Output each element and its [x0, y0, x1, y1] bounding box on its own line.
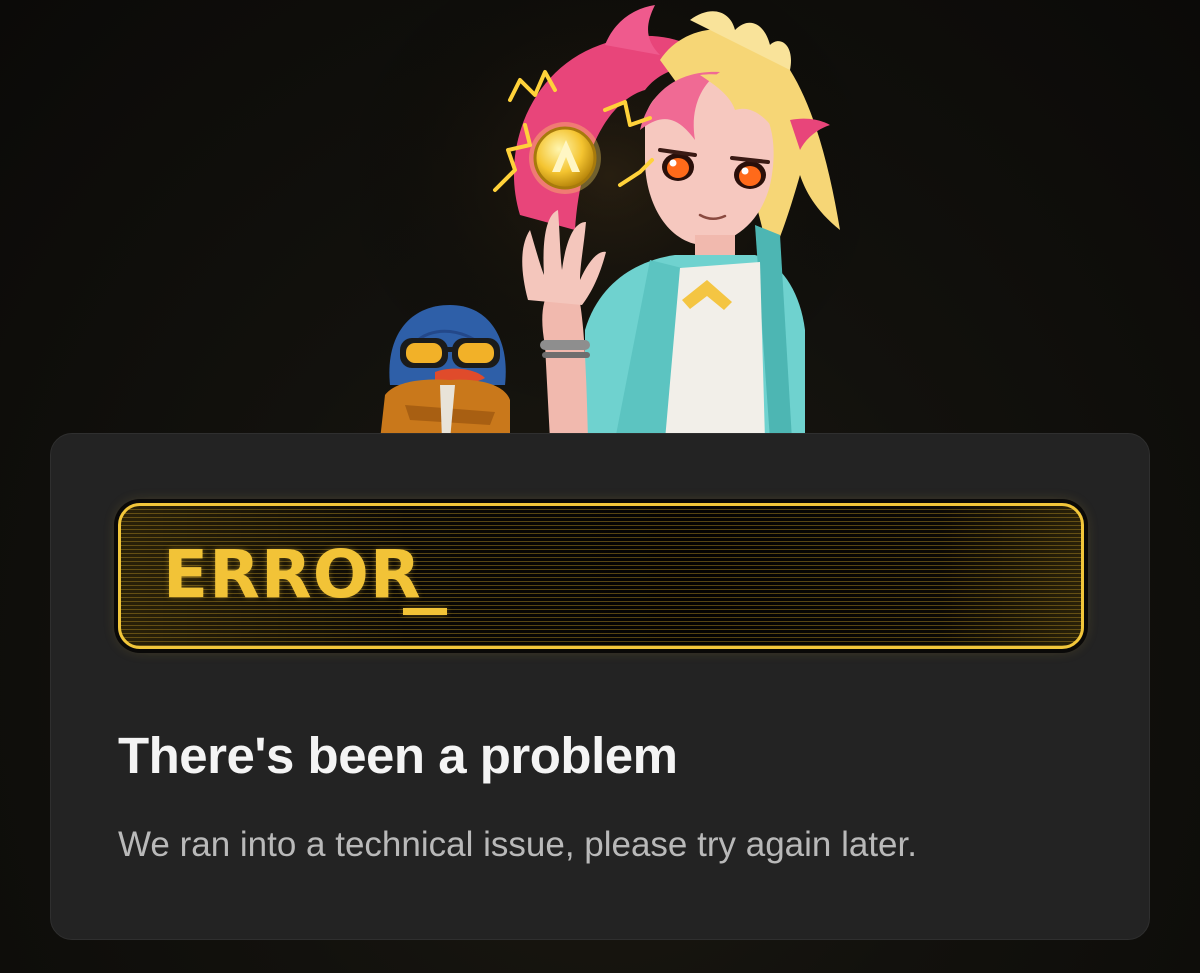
error-message: We ran into a technical issue, please tr… [118, 825, 917, 864]
error-screen: ERROR There's been a problem We ran into… [0, 0, 1200, 973]
blinking-cursor [403, 608, 447, 615]
error-card: ERROR There's been a problem We ran into… [50, 433, 1150, 940]
error-banner: ERROR [118, 503, 1084, 649]
error-label: ERROR [163, 536, 422, 613]
error-title: There's been a problem [118, 727, 678, 784]
hero-illustration [360, 0, 860, 440]
